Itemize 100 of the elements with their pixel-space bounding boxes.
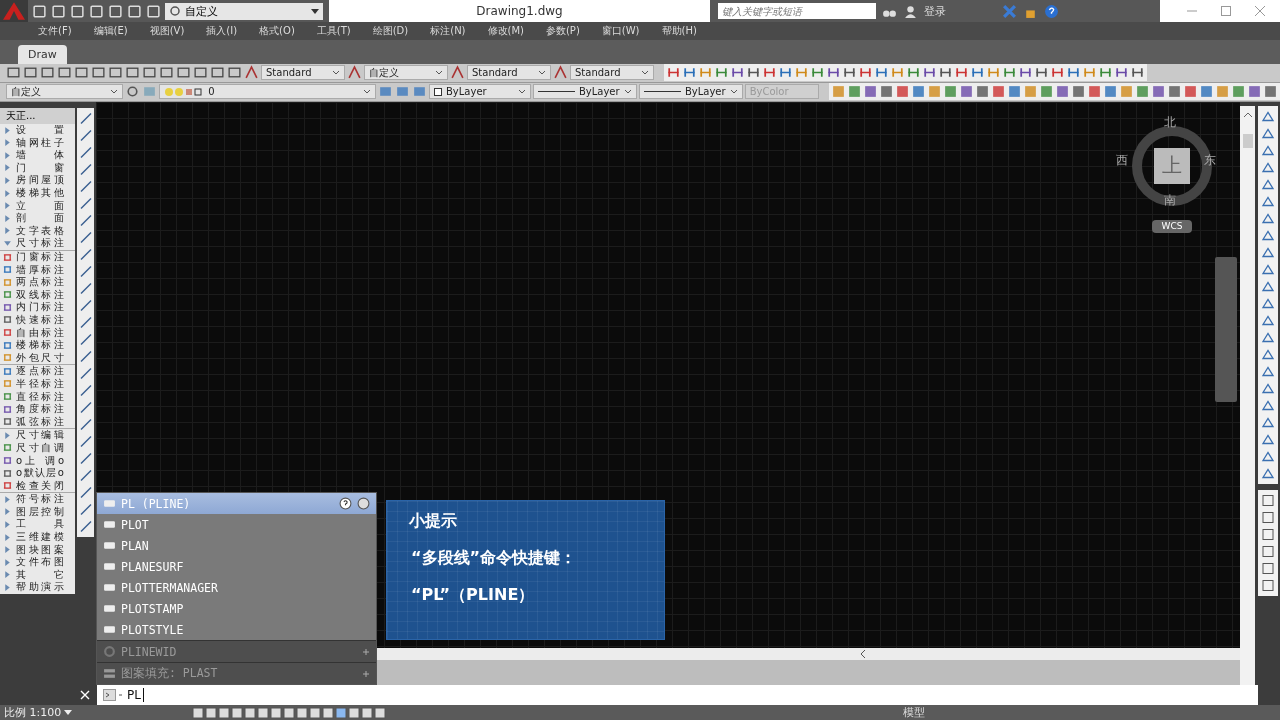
status-toggle-icon[interactable] — [348, 706, 361, 719]
toolbar-icon[interactable] — [879, 84, 894, 100]
toolbar-icon[interactable] — [1167, 84, 1182, 100]
toolbar-icon[interactable] — [1263, 84, 1278, 100]
toolbar-icon[interactable] — [1261, 509, 1275, 525]
status-toggle-icon[interactable] — [270, 706, 283, 719]
menu-item[interactable]: 窗口(W) — [601, 23, 640, 38]
toolbar-icon[interactable] — [1261, 560, 1275, 576]
status-toggle-icon[interactable] — [257, 706, 270, 719]
draw-tool-icon[interactable] — [78, 178, 93, 194]
toolbar-icon[interactable] — [1039, 84, 1054, 100]
draw-tool-icon[interactable] — [78, 110, 93, 126]
toolbar-icon[interactable] — [991, 84, 1006, 100]
panel-menu-item[interactable]: o上 调o — [0, 454, 75, 467]
draw-tool-icon[interactable] — [78, 467, 93, 483]
search-field[interactable]: 键入关键字或短语 — [718, 3, 876, 19]
plus-icon[interactable] — [362, 647, 370, 656]
toolbar-icon[interactable] — [1261, 543, 1275, 559]
menu-item[interactable]: 编辑(E) — [93, 23, 128, 38]
workspace-dropdown[interactable]: 自定义 — [6, 84, 124, 100]
caret-icon[interactable] — [64, 710, 73, 715]
draw-tool-icon[interactable] — [78, 518, 93, 534]
linetype-dropdown[interactable]: ByLayer — [532, 84, 637, 100]
panel-menu-item[interactable]: 图块图案 — [0, 543, 75, 556]
toolbar-icon[interactable] — [943, 84, 958, 100]
toolbar-icon[interactable] — [1261, 577, 1275, 593]
panel-menu-item[interactable]: 门 窗 — [0, 161, 75, 175]
panel-menu-item[interactable]: 两点标注 — [0, 275, 75, 289]
panel-menu-item[interactable]: 三维建模 — [0, 530, 75, 544]
toolbar-icon[interactable] — [146, 3, 161, 19]
menu-item[interactable]: 格式(O) — [259, 23, 295, 38]
vertical-scrollbar[interactable] — [1240, 105, 1255, 685]
autocomplete-item[interactable]: PLOT — [97, 514, 376, 535]
draw-tool-icon[interactable] — [78, 484, 93, 500]
help-icon[interactable] — [339, 497, 352, 510]
panel-menu-item[interactable]: 设 置 — [0, 123, 75, 137]
draw-tool-icon[interactable] — [78, 263, 93, 279]
panel-menu-item[interactable]: 弧弦标注 — [0, 415, 75, 429]
panel-menu-item[interactable]: 外包尺寸 — [0, 351, 75, 365]
toolbar-icon[interactable] — [32, 3, 47, 19]
toolbar-icon[interactable] — [1103, 84, 1118, 100]
panel-menu-item[interactable]: 文件布图 — [0, 555, 75, 569]
draw-tool-icon[interactable] — [78, 382, 93, 398]
color-dropdown[interactable]: ByLayer — [429, 84, 531, 100]
autocomplete-item[interactable]: PLAN — [97, 535, 376, 556]
toolbar-icon[interactable] — [863, 84, 878, 100]
status-toggle-icon[interactable] — [335, 706, 348, 719]
panel-menu-item[interactable]: 楼梯标注 — [0, 338, 75, 352]
toolbar-icon[interactable] — [1261, 492, 1275, 508]
status-toggle-icon[interactable] — [322, 706, 335, 719]
panel-menu-item[interactable]: 立 面 — [0, 199, 75, 212]
toolbar-icon[interactable] — [911, 84, 926, 100]
status-toggle-icon[interactable] — [205, 706, 218, 719]
toolbar-icon[interactable] — [847, 84, 862, 100]
draw-tool-icon[interactable] — [78, 450, 93, 466]
layer-dropdown[interactable]: 0 — [159, 84, 376, 100]
status-toggle-icon[interactable] — [218, 706, 231, 719]
menu-item[interactable]: 帮助(H) — [661, 23, 697, 38]
ucs-menu[interactable]: WCS — [1152, 219, 1192, 233]
style-dropdown[interactable]: 自定义 — [364, 65, 448, 81]
draw-tool-icon[interactable] — [78, 331, 93, 347]
toolbar-icon[interactable] — [1183, 84, 1198, 100]
scrollbar-thumb[interactable] — [1242, 133, 1253, 148]
draw-tool-icon[interactable] — [78, 144, 93, 160]
draw-tool-icon[interactable] — [78, 348, 93, 364]
autocomplete-item[interactable]: PLOTTERMANAGER — [97, 577, 376, 598]
panel-menu-item[interactable]: 快速标注 — [0, 313, 75, 327]
panel-menu-item[interactable]: 角度标注 — [0, 402, 75, 416]
panel-menu-item[interactable]: 尺寸自调 — [0, 441, 75, 455]
panel-menu-item[interactable]: 门窗标注 — [0, 250, 75, 264]
scroll-up-icon[interactable] — [1242, 111, 1253, 118]
panel-menu-item[interactable]: 帮助演示 — [0, 581, 75, 594]
panel-menu-item[interactable]: 尺寸标注 — [0, 237, 75, 250]
draw-tool-icon[interactable] — [78, 246, 93, 262]
toolbar-icon[interactable] — [108, 3, 123, 19]
panel-menu-item[interactable]: 楼梯其他 — [0, 186, 75, 200]
panel-menu-item[interactable]: 检查关闭 — [0, 479, 75, 492]
panel-menu-item[interactable]: 尺寸编辑 — [0, 429, 75, 442]
autocomplete-item[interactable]: PLOTSTYLE — [97, 619, 376, 640]
menu-item[interactable]: 绘图(D) — [372, 23, 409, 38]
panel-menu-item[interactable]: 文字表格 — [0, 224, 75, 238]
draw-tool-icon[interactable] — [78, 280, 93, 296]
toolbar-icon[interactable] — [1247, 84, 1262, 100]
toolbar-icon[interactable] — [70, 3, 85, 19]
toolbar-icon[interactable] — [1135, 84, 1150, 100]
panel-menu-item[interactable]: 图层控制 — [0, 505, 75, 519]
draw-tool-icon[interactable] — [78, 416, 93, 432]
panel-menu-item[interactable]: 工 具 — [0, 518, 75, 531]
panel-menu-item[interactable]: o默认层o — [0, 466, 75, 480]
draw-tool-icon[interactable] — [78, 365, 93, 381]
menu-item[interactable]: 文件(F) — [38, 23, 72, 38]
workspace-dropdown[interactable]: 自定义 — [165, 2, 323, 20]
style-dropdown[interactable]: Standard — [467, 65, 551, 81]
toolbar-icon[interactable] — [89, 3, 104, 19]
draw-tool-icon[interactable] — [78, 161, 93, 177]
menu-item[interactable]: 工具(T) — [316, 23, 351, 38]
panel-menu-item[interactable]: 墙厚标注 — [0, 263, 75, 276]
model-space-button[interactable]: 模型 — [903, 705, 925, 720]
draw-tool-icon[interactable] — [78, 212, 93, 228]
toolbar-icon[interactable] — [51, 3, 66, 19]
